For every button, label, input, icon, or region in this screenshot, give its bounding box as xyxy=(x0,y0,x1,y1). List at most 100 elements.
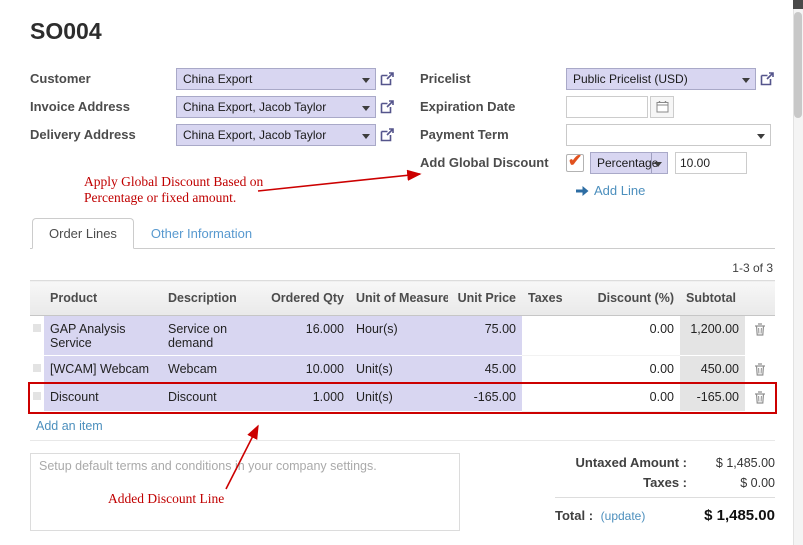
cell-ordered-qty[interactable]: 1.000 xyxy=(264,384,350,412)
header-discount[interactable]: Discount (%) xyxy=(580,281,680,316)
open-record-icon[interactable] xyxy=(380,100,395,114)
scrollbar-corner xyxy=(793,0,803,9)
delivery-address-field[interactable]: China Export, Jacob Taylor xyxy=(176,124,376,146)
invoice-address-value: China Export, Jacob Taylor xyxy=(183,100,326,114)
open-record-icon[interactable] xyxy=(760,72,775,86)
untaxed-amount-label: Untaxed Amount : xyxy=(555,455,687,470)
cell-description[interactable]: Discount xyxy=(162,384,264,412)
pricelist-value: Public Pricelist (USD) xyxy=(573,72,688,86)
delete-row-icon[interactable] xyxy=(745,316,775,356)
totals-panel: Untaxed Amount : $ 1,485.00 Taxes : $ 0.… xyxy=(555,453,775,531)
cell-discount[interactable]: 0.00 xyxy=(580,384,680,412)
expiration-date-label: Expiration Date xyxy=(420,99,566,114)
pager: 1-3 of 3 xyxy=(30,261,773,275)
tab-order-lines[interactable]: Order Lines xyxy=(32,218,134,249)
drag-handle xyxy=(30,356,44,384)
global-discount-label: Add Global Discount xyxy=(420,155,566,170)
untaxed-amount-value: $ 1,485.00 xyxy=(687,456,775,470)
taxes-label: Taxes : xyxy=(555,475,687,490)
arrow-right-icon xyxy=(576,185,589,197)
cell-unit-price[interactable]: 45.00 xyxy=(448,356,522,384)
page-title: SO004 xyxy=(30,18,775,45)
header-ordered-qty[interactable]: Ordered Qty xyxy=(264,281,350,316)
add-an-item-link[interactable]: Add an item xyxy=(36,419,103,433)
header-description[interactable]: Description xyxy=(162,281,264,316)
open-record-icon[interactable] xyxy=(380,128,395,142)
cell-unit-price[interactable]: -165.00 xyxy=(448,384,522,412)
chevron-down-icon xyxy=(757,134,765,139)
cell-unit-price[interactable]: 75.00 xyxy=(448,316,522,356)
chevron-down-icon xyxy=(654,162,662,167)
checkmark-icon: ✔ xyxy=(568,151,582,171)
tab-other-information[interactable]: Other Information xyxy=(134,218,269,249)
header-taxes[interactable]: Taxes xyxy=(522,281,580,316)
cell-discount[interactable]: 0.00 xyxy=(580,356,680,384)
global-discount-checkbox[interactable]: ✔ xyxy=(566,154,584,172)
cell-unit-of-measure[interactable]: Unit(s) xyxy=(350,356,448,384)
delete-row-icon[interactable] xyxy=(745,384,775,412)
calendar-icon[interactable] xyxy=(650,96,674,118)
customer-label: Customer xyxy=(30,71,176,86)
cell-discount[interactable]: 0.00 xyxy=(580,316,680,356)
discount-type-value: Percentage xyxy=(597,156,658,170)
cell-unit-of-measure[interactable]: Unit(s) xyxy=(350,384,448,412)
terms-conditions-input[interactable]: Setup default terms and conditions in yo… xyxy=(30,453,460,531)
total-label: Total : xyxy=(555,508,593,523)
customer-field[interactable]: China Export xyxy=(176,68,376,90)
header-subtotal[interactable]: Subtotal xyxy=(680,281,745,316)
drag-handle xyxy=(30,384,44,412)
cell-product[interactable]: [WCAM] Webcam xyxy=(44,356,162,384)
scrollbar-thumb[interactable] xyxy=(794,12,802,118)
add-line-label: Add Line xyxy=(594,183,645,198)
total-value: $ 1,485.00 xyxy=(704,507,775,524)
annotation-added-discount-line: Added Discount Line xyxy=(108,491,224,507)
table-header-row: Product Description Ordered Qty Unit of … xyxy=(30,281,775,316)
cell-description[interactable]: Service on demand xyxy=(162,316,264,356)
cell-product[interactable]: Discount xyxy=(44,384,162,412)
update-total-link[interactable]: (update) xyxy=(601,509,646,523)
cell-ordered-qty[interactable]: 10.000 xyxy=(264,356,350,384)
cell-product[interactable]: GAP Analysis Service xyxy=(44,316,162,356)
cell-unit-of-measure[interactable]: Hour(s) xyxy=(350,316,448,356)
pricelist-label: Pricelist xyxy=(420,71,566,86)
add-item-cell: Add an item xyxy=(30,412,775,441)
delivery-address-label: Delivery Address xyxy=(30,127,176,142)
invoice-address-field[interactable]: China Export, Jacob Taylor xyxy=(176,96,376,118)
form-right-column: Pricelist Public Pricelist (USD) Expirat… xyxy=(420,67,775,198)
expiration-date-input[interactable] xyxy=(566,96,648,118)
payment-term-field[interactable] xyxy=(566,124,771,146)
drag-handle xyxy=(30,316,44,356)
sale-order-page: SO004 Customer China Export Invoice Addr… xyxy=(0,0,803,531)
header-unit-of-measure[interactable]: Unit of Measure xyxy=(350,281,448,316)
annotation-global-discount: Apply Global Discount Based on Percentag… xyxy=(84,174,263,206)
form-left-column: Customer China Export Invoice Address Ch… xyxy=(30,67,420,151)
chevron-down-icon xyxy=(362,134,370,139)
invoice-address-label: Invoice Address xyxy=(30,99,176,114)
cell-taxes[interactable] xyxy=(522,384,580,412)
cell-taxes[interactable] xyxy=(522,356,580,384)
header-product[interactable]: Product xyxy=(44,281,162,316)
taxes-value: $ 0.00 xyxy=(687,476,775,490)
table-row-discount: Discount Discount 1.000 Unit(s) -165.00 … xyxy=(30,384,775,412)
order-lines-table: Product Description Ordered Qty Unit of … xyxy=(30,280,775,441)
pricelist-field[interactable]: Public Pricelist (USD) xyxy=(566,68,756,90)
handle-column-header xyxy=(30,281,44,316)
vertical-scrollbar[interactable] xyxy=(793,0,803,545)
cell-subtotal: 450.00 xyxy=(680,356,745,384)
header-unit-price[interactable]: Unit Price xyxy=(448,281,522,316)
open-record-icon[interactable] xyxy=(380,72,395,86)
payment-term-label: Payment Term xyxy=(420,127,566,142)
customer-value: China Export xyxy=(183,72,252,86)
cell-taxes[interactable] xyxy=(522,316,580,356)
discount-type-select[interactable]: Percentage xyxy=(590,152,668,174)
cell-description[interactable]: Webcam xyxy=(162,356,264,384)
add-line-button[interactable]: Add Line xyxy=(576,183,775,198)
cell-subtotal: 1,200.00 xyxy=(680,316,745,356)
discount-amount-input[interactable] xyxy=(675,152,747,174)
notebook-tabs: Order Lines Other Information xyxy=(30,218,775,249)
delete-row-icon[interactable] xyxy=(745,356,775,384)
cell-ordered-qty[interactable]: 16.000 xyxy=(264,316,350,356)
cell-subtotal: -165.00 xyxy=(680,384,745,412)
delete-column-header xyxy=(745,281,775,316)
delivery-address-value: China Export, Jacob Taylor xyxy=(183,128,326,142)
